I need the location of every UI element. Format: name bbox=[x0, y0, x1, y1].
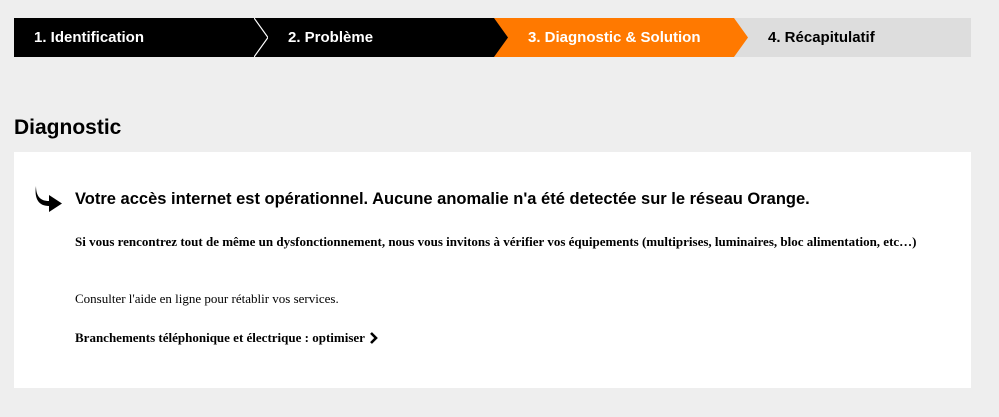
diagnostic-advice: Si vous rencontrez tout de même un dysfo… bbox=[75, 234, 917, 249]
step-separator-icon bbox=[494, 18, 508, 57]
progress-stepper: 1. Identification 2. Problème 3. Diagnos… bbox=[14, 18, 971, 57]
chevron-right-icon bbox=[370, 332, 378, 344]
step-identification: 1. Identification bbox=[14, 18, 268, 57]
step-separator-icon bbox=[254, 18, 268, 57]
step-recapitulatif: 4. Récapitulatif bbox=[734, 18, 971, 57]
step-label: 4. Récapitulatif bbox=[768, 29, 875, 46]
step-separator-icon bbox=[734, 18, 748, 57]
help-text: Consulter l'aide en ligne pour rétablir … bbox=[75, 291, 339, 306]
link-label: Branchements téléphonique et électrique … bbox=[75, 330, 365, 345]
step-label: 1. Identification bbox=[34, 29, 145, 46]
step-label: 2. Problème bbox=[288, 29, 374, 46]
step-diagnostic-solution: 3. Diagnostic & Solution bbox=[494, 18, 748, 57]
step-probleme: 2. Problème bbox=[254, 18, 508, 57]
section-title: Diagnostic bbox=[14, 116, 122, 139]
curved-arrow-right-icon bbox=[35, 186, 62, 212]
diagnostic-panel: Votre accès internet est opérationnel. A… bbox=[14, 152, 971, 388]
diagnostic-headline: Votre accès internet est opérationnel. A… bbox=[75, 190, 810, 208]
step-label: 3. Diagnostic & Solution bbox=[528, 29, 701, 46]
branchements-link[interactable]: Branchements téléphonique et électrique … bbox=[75, 330, 378, 346]
